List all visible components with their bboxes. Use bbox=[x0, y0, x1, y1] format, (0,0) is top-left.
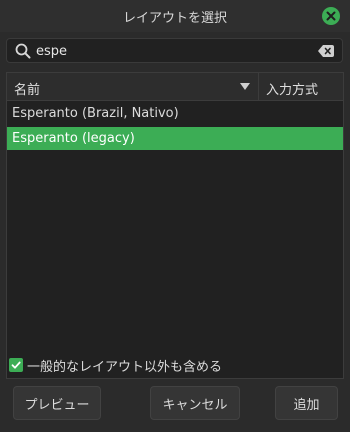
column-header-input-method[interactable]: 入力方式 bbox=[266, 79, 318, 98]
cancel-button[interactable]: キャンセル bbox=[150, 386, 240, 420]
checkmark-icon bbox=[11, 361, 21, 369]
search-icon bbox=[15, 43, 31, 59]
checkbox-label: 一般的なレイアウト以外も含める bbox=[27, 359, 223, 375]
dialog-content: 名前 入力方式 Esperanto (Brazil, Nativo) Esper… bbox=[0, 32, 350, 432]
title-bar: レイアウトを選択 bbox=[0, 0, 350, 32]
clear-icon[interactable] bbox=[318, 45, 334, 57]
preview-button[interactable]: プレビュー bbox=[13, 386, 101, 420]
window-title: レイアウトを選択 bbox=[122, 10, 227, 26]
close-button[interactable] bbox=[322, 7, 340, 25]
close-icon bbox=[326, 11, 336, 21]
list-item-selected[interactable]: Esperanto (legacy) bbox=[7, 127, 343, 150]
include-all-layouts-option[interactable]: 一般的なレイアウト以外も含める bbox=[9, 356, 223, 375]
add-button[interactable]: 追加 bbox=[275, 386, 338, 420]
layout-list: 名前 入力方式 Esperanto (Brazil, Nativo) Esper… bbox=[6, 72, 344, 379]
sort-descending-icon bbox=[240, 83, 250, 90]
column-name-label: 名前 bbox=[14, 83, 41, 98]
search-box[interactable] bbox=[6, 38, 343, 63]
search-input[interactable] bbox=[36, 41, 306, 61]
list-item[interactable]: Esperanto (Brazil, Nativo) bbox=[7, 102, 343, 125]
checkbox[interactable] bbox=[9, 358, 23, 372]
list-header: 名前 入力方式 bbox=[7, 73, 343, 101]
column-header-name[interactable]: 名前 bbox=[7, 73, 259, 100]
